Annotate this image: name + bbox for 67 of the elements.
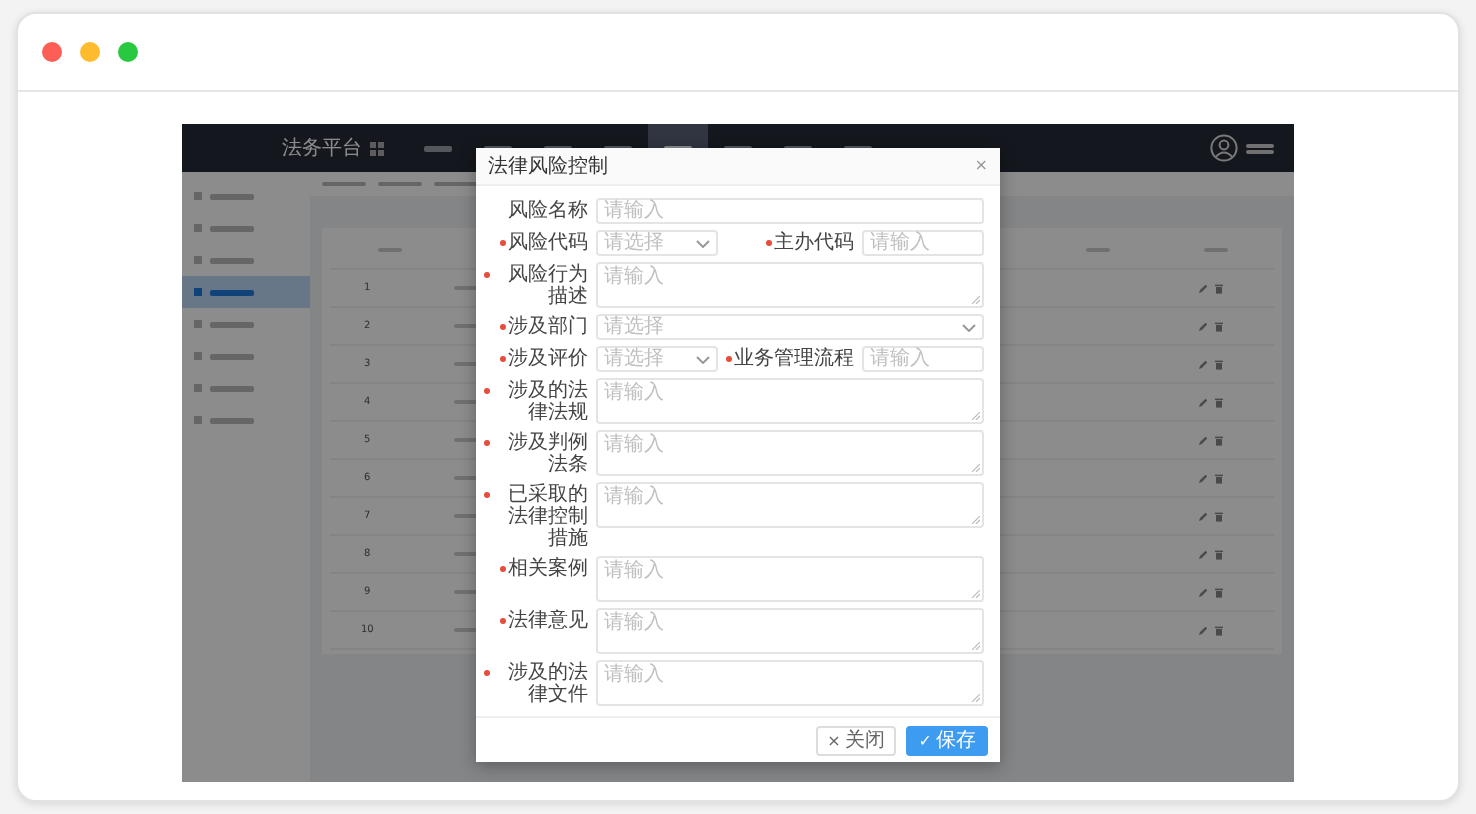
close-dialog-button[interactable]: × 关闭 bbox=[815, 725, 897, 755]
select-field[interactable]: 请选择 bbox=[596, 230, 718, 256]
resize-handle-icon bbox=[972, 694, 980, 702]
input-field[interactable]: 请输入 bbox=[596, 198, 984, 224]
window-dot[interactable] bbox=[80, 42, 100, 62]
text-area[interactable]: 请输入 bbox=[596, 482, 984, 528]
edit-icon bbox=[1198, 283, 1209, 293]
input-field[interactable]: 请输入 bbox=[862, 230, 984, 256]
resize-handle-icon bbox=[972, 642, 980, 650]
field-label: 涉及部门 bbox=[508, 316, 588, 338]
field-label: 主办代码 bbox=[774, 232, 854, 254]
edit-icon bbox=[1198, 321, 1209, 331]
grid-icon bbox=[370, 141, 384, 155]
window-dot[interactable] bbox=[118, 42, 138, 62]
edit-icon bbox=[1198, 359, 1209, 369]
user-avatar-icon bbox=[1210, 134, 1238, 162]
edit-icon bbox=[1198, 397, 1209, 407]
resize-handle-icon bbox=[972, 464, 980, 472]
field-label: 已采取的法律控制措施 bbox=[506, 484, 588, 550]
input-field[interactable]: 请输入 bbox=[862, 346, 984, 372]
sidebar-item[interactable] bbox=[182, 276, 310, 308]
dropdown-icon bbox=[696, 355, 710, 363]
select-field[interactable]: 请选择 bbox=[596, 314, 984, 340]
trash-icon bbox=[1214, 473, 1225, 483]
trash-icon bbox=[1214, 359, 1225, 369]
edit-icon bbox=[1198, 549, 1209, 559]
field-label: 涉及评价 bbox=[508, 348, 588, 370]
trash-icon bbox=[1214, 321, 1225, 331]
edit-icon bbox=[1198, 511, 1209, 521]
dropdown-icon bbox=[962, 323, 976, 331]
text-area[interactable]: 请输入 bbox=[596, 608, 984, 654]
field-label: 涉及判例法条 bbox=[506, 432, 588, 476]
text-area[interactable]: 请输入 bbox=[596, 262, 984, 308]
resize-handle-icon bbox=[972, 296, 980, 304]
text-area[interactable]: 请输入 bbox=[596, 556, 984, 602]
field-label: 业务管理流程 bbox=[734, 348, 854, 370]
field-label: 风险名称 bbox=[508, 200, 588, 222]
edit-icon bbox=[1198, 587, 1209, 597]
trash-icon bbox=[1214, 283, 1225, 293]
text-area[interactable]: 请输入 bbox=[596, 378, 984, 424]
field-label: 涉及的法律文件 bbox=[506, 662, 588, 706]
field-label: 风险行为描述 bbox=[506, 264, 588, 308]
resize-handle-icon bbox=[972, 516, 980, 524]
resize-handle-icon bbox=[972, 412, 980, 420]
field-label: 相关案例 bbox=[508, 558, 588, 580]
trash-icon bbox=[1214, 397, 1225, 407]
edit-icon bbox=[1198, 435, 1209, 445]
field-label: 风险代码 bbox=[508, 232, 588, 254]
trash-icon bbox=[1214, 549, 1225, 559]
trash-icon bbox=[1214, 511, 1225, 521]
window-dot[interactable] bbox=[42, 42, 62, 62]
trash-icon bbox=[1214, 625, 1225, 635]
edit-icon bbox=[1198, 625, 1209, 635]
select-field[interactable]: 请选择 bbox=[596, 346, 718, 372]
dialog-title: 法律风险控制 bbox=[488, 153, 608, 180]
app-title: 法务平台 bbox=[282, 135, 362, 162]
field-label: 涉及的法律法规 bbox=[506, 380, 588, 424]
save-button[interactable]: ✓ 保存 bbox=[906, 725, 988, 755]
edit-icon bbox=[1198, 473, 1209, 483]
trash-icon bbox=[1214, 587, 1225, 597]
text-area[interactable]: 请输入 bbox=[596, 660, 984, 706]
dropdown-icon bbox=[696, 239, 710, 247]
field-label: 法律意见 bbox=[508, 610, 588, 632]
resize-handle-icon bbox=[972, 590, 980, 598]
trash-icon bbox=[1214, 435, 1225, 445]
text-area[interactable]: 请输入 bbox=[596, 430, 984, 476]
close-button[interactable]: × bbox=[974, 156, 988, 176]
